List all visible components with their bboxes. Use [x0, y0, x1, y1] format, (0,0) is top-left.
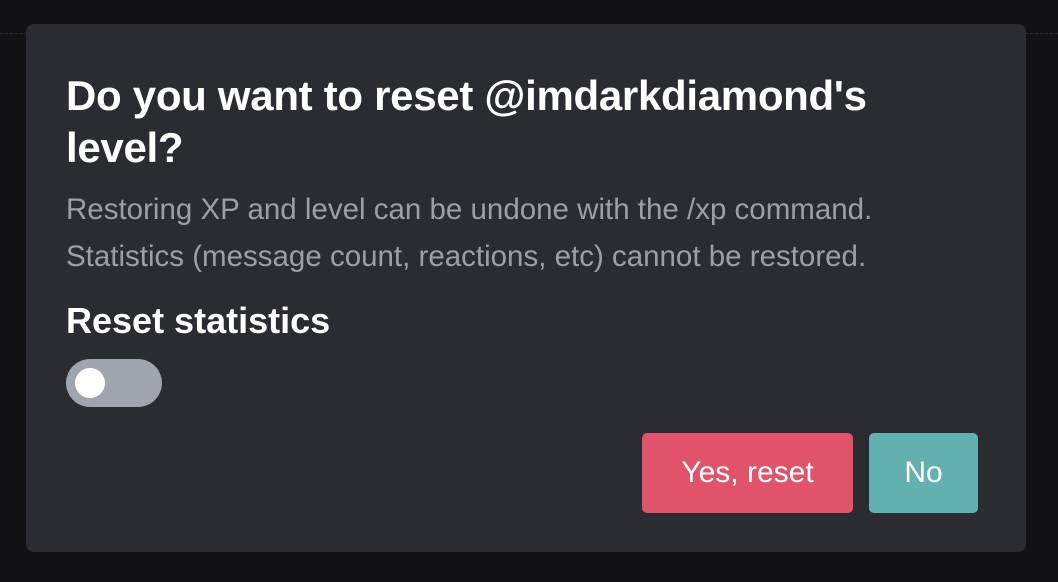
dialog-description: Restoring XP and level can be undone wit…: [66, 186, 996, 280]
reset-statistics-label: Reset statistics: [66, 300, 331, 341]
confirm-reset-button[interactable]: Yes, reset: [642, 433, 853, 513]
dialog-title: Do you want to reset @imdarkdiamond's le…: [66, 72, 867, 171]
reset-level-dialog: Do you want to reset @imdarkdiamond's le…: [26, 24, 1026, 552]
description-line-statistics: Statistics (message count, reactions, et…: [66, 240, 867, 273]
reset-statistics-toggle[interactable]: [66, 359, 162, 407]
toggle-knob: [75, 368, 105, 398]
description-line-xp: Restoring XP and level can be undone wit…: [66, 193, 873, 226]
cancel-button[interactable]: No: [869, 433, 978, 513]
